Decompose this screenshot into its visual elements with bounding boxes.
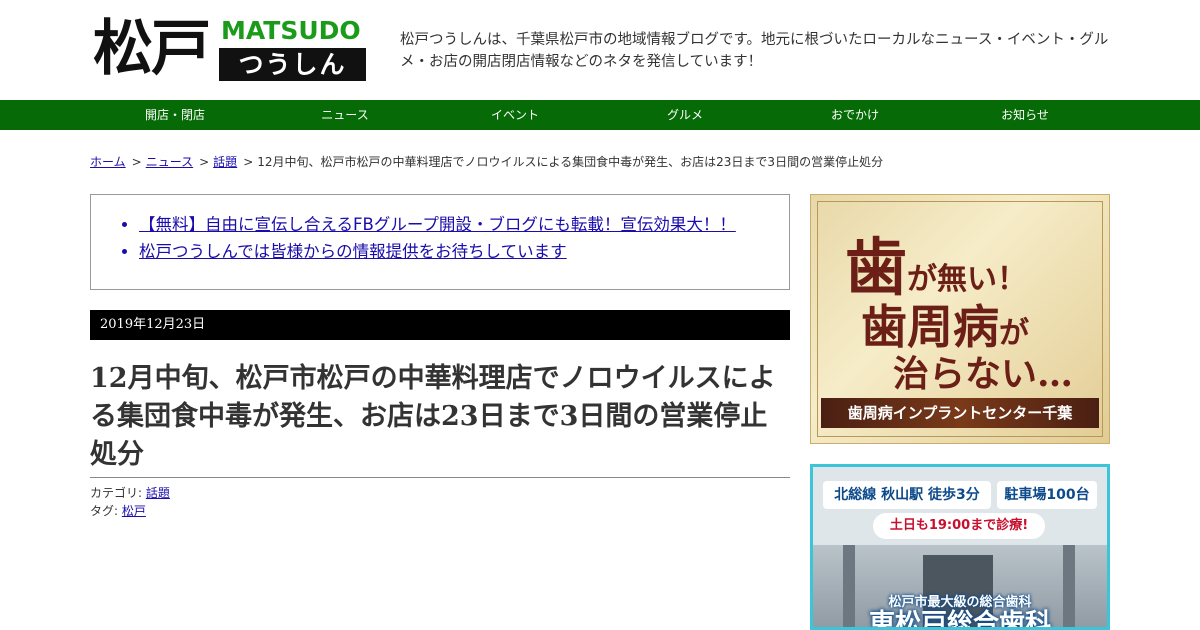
ad-caption: 松戸市最大級の総合歯科 xyxy=(888,595,1032,610)
logo-kana: つうしん xyxy=(219,48,366,81)
post-date: 2019年12月23日 xyxy=(90,310,790,340)
post-category-row: カテゴリ: 話題 xyxy=(90,484,170,502)
list-item: 【無料】自由に宣伝し合えるFBグループ開設・ブログにも転載！宣伝効果大！！ xyxy=(139,211,789,238)
post-tag-row: タグ: 松戸 xyxy=(90,502,170,520)
notice-link-fb-group[interactable]: 【無料】自由に宣伝し合えるFBグループ開設・ブログにも転載！宣伝効果大！！ xyxy=(139,215,736,234)
logo-right: MATSUDO つうしん xyxy=(219,16,366,82)
ad-banner-periodontal[interactable]: 歯が無い！ 歯周病が 治らない… 歯周病インプラントセンター千葉 xyxy=(810,194,1110,444)
nav-item-notices[interactable]: お知らせ xyxy=(940,100,1110,130)
notice-link-info-request[interactable]: 松戸つうしんでは皆様からの情報提供をお待ちしています xyxy=(139,242,567,261)
title-divider xyxy=(90,477,790,478)
site-header: 松戸 MATSUDO つうしん 松戸つうしんは、千葉県松戸市の地域情報ブログです… xyxy=(0,0,1200,100)
nav-item-events[interactable]: イベント xyxy=(430,100,600,130)
breadcrumb-current: 12月中旬、松戸市松戸の中華料理店でノロウイルスによる集団食中毒が発生、お店は2… xyxy=(257,155,884,169)
ad-hours-badge: 土日も19:00まで診療! xyxy=(873,513,1045,539)
ad-headline-3: 治らない… xyxy=(893,353,1074,395)
category-link[interactable]: 話題 xyxy=(146,486,170,500)
nav-item-news[interactable]: ニュース xyxy=(260,100,430,130)
breadcrumb-news[interactable]: ニュース xyxy=(146,155,193,169)
nav-item-outings[interactable]: おでかけ xyxy=(770,100,940,130)
tag-label: タグ: xyxy=(90,504,119,518)
category-label: カテゴリ: xyxy=(90,486,143,500)
post-title: 12月中旬、松戸市松戸の中華料理店でノロウイルスによる集団食中毒が発生、お店は2… xyxy=(90,363,776,470)
breadcrumb-home[interactable]: ホーム xyxy=(90,155,126,169)
tag-link[interactable]: 松戸 xyxy=(122,504,146,518)
post-meta: カテゴリ: 話題 タグ: 松戸 xyxy=(90,484,170,520)
breadcrumb-separator: > xyxy=(131,155,142,169)
notice-list: 【無料】自由に宣伝し合えるFBグループ開設・ブログにも転載！宣伝効果大！！ 松戸… xyxy=(139,211,789,265)
ad-clinic-title: 東松戸総合歯科 xyxy=(868,609,1051,630)
list-item: 松戸つうしんでは皆様からの情報提供をお待ちしています xyxy=(139,238,789,265)
site-logo[interactable]: 松戸 MATSUDO つうしん xyxy=(93,16,368,82)
site-tagline: 松戸つうしんは、千葉県松戸市の地域情報ブログです。地元に根づいたローカルなニュー… xyxy=(400,32,1109,70)
ad-pill-station: 北総線 秋山駅 徒歩3分 xyxy=(823,481,991,509)
breadcrumb-separator: > xyxy=(243,155,254,169)
breadcrumb: ホーム > ニュース > 話題 >12月中旬、松戸市松戸の中華料理店でノロウイルスによる集… xyxy=(90,153,1110,171)
ad-pill-parking: 駐車場100台 xyxy=(997,481,1097,509)
breadcrumb-separator: > xyxy=(199,155,210,169)
logo-romaji: MATSUDO xyxy=(221,16,361,45)
global-nav: 開店・閉店 ニュース イベント グルメ おでかけ お知らせ xyxy=(0,100,1200,130)
ad-banner-dental-clinic[interactable]: 北総線 秋山駅 徒歩3分 駐車場100台 土日も19:00まで診療! 松戸市最大… xyxy=(810,464,1110,630)
nav-item-openings[interactable]: 開店・閉店 xyxy=(90,100,260,130)
ad-clinic-name: 歯周病インプラントセンター千葉 xyxy=(821,398,1099,428)
nav-item-gourmet[interactable]: グルメ xyxy=(600,100,770,130)
ad-info-pills: 北総線 秋山駅 徒歩3分 駐車場100台 xyxy=(823,481,1097,509)
notice-box: 【無料】自由に宣伝し合えるFBグループ開設・ブログにも転載！宣伝効果大！！ 松戸… xyxy=(90,194,790,290)
breadcrumb-topic[interactable]: 話題 xyxy=(213,155,237,169)
logo-kanji: 松戸 xyxy=(93,14,211,84)
